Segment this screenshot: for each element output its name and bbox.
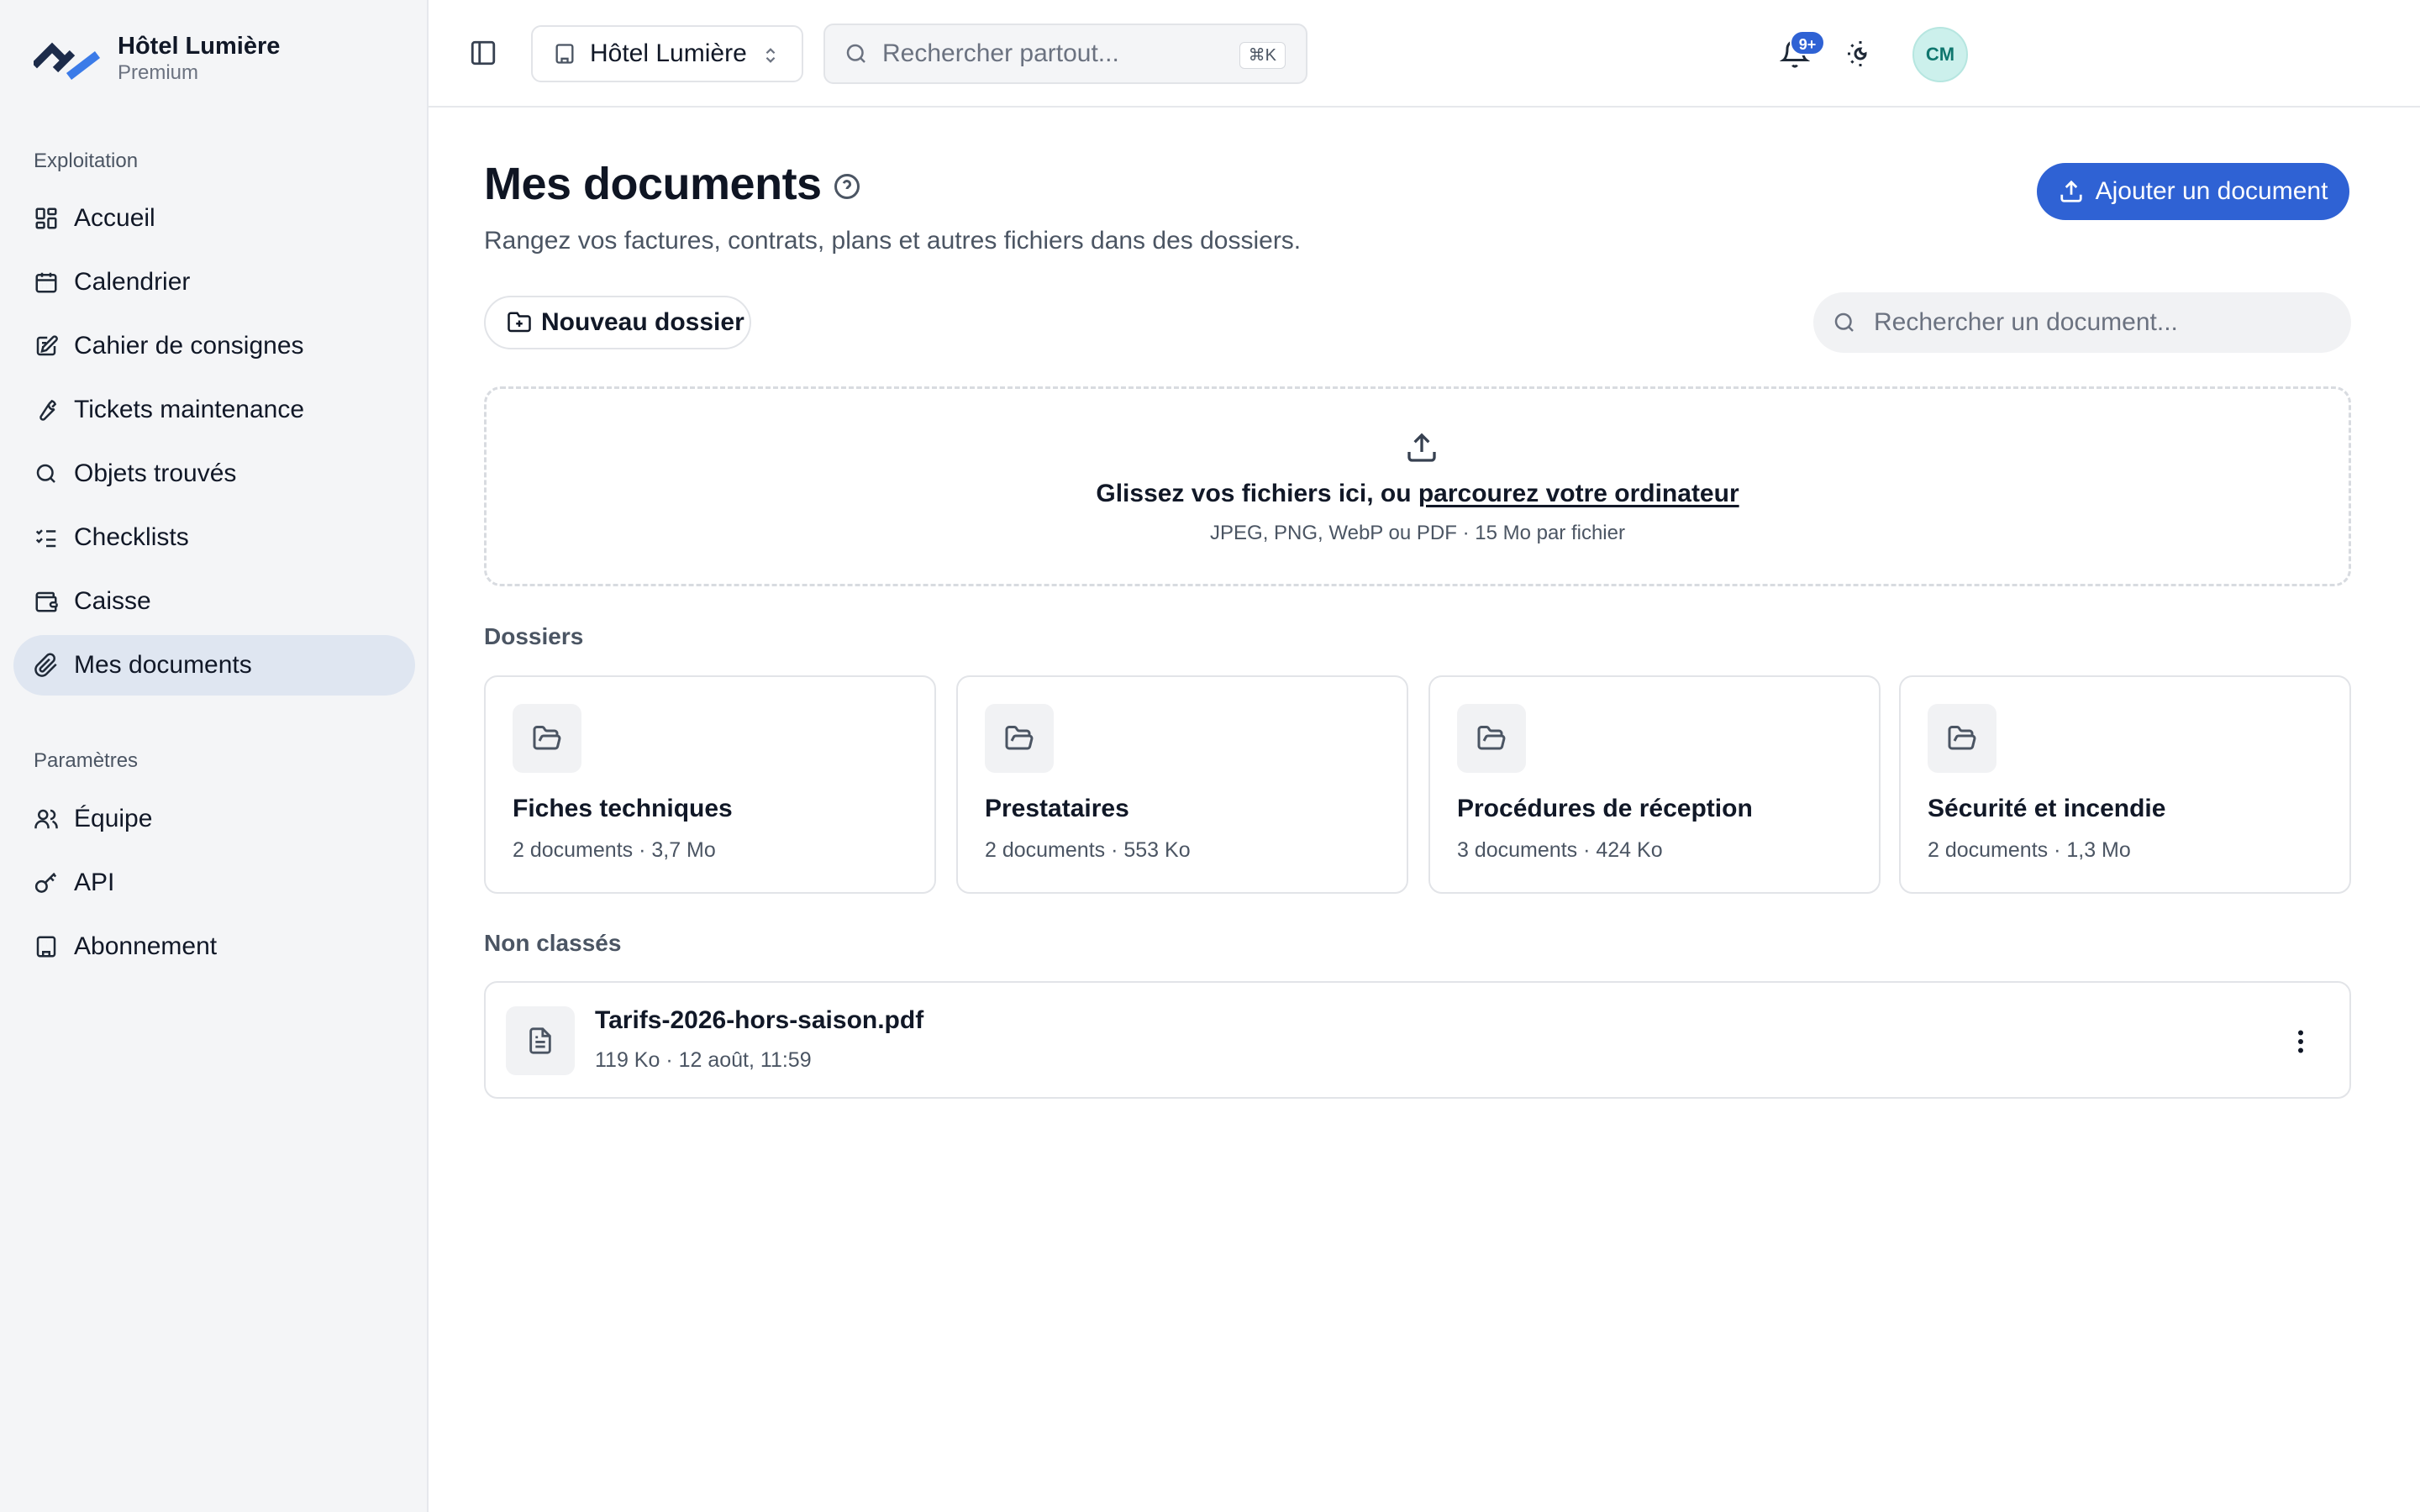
building-icon [555, 44, 574, 64]
document-search[interactable] [1813, 292, 2351, 353]
folder-open-icon [1005, 726, 1034, 750]
sidebar-item-label: Objets trouvés [74, 459, 237, 487]
paperclip-icon [34, 653, 57, 677]
help-icon[interactable] [832, 171, 862, 202]
document-search-input[interactable] [1874, 308, 2328, 337]
sidebar-item-label: Abonnement [74, 932, 218, 960]
browse-files-link[interactable]: parcourez votre ordinateur [1418, 480, 1739, 507]
search-icon [36, 464, 55, 483]
sidebar-item-label: API [74, 869, 115, 896]
folder-card[interactable]: Prestataires 2 documents · 553 Ko [956, 675, 1408, 894]
sidebar-item-accueil[interactable]: Accueil [13, 188, 415, 249]
hotel-selector-label: Hôtel Lumière [590, 39, 747, 67]
dropzone-instruction: Glissez vos fichiers ici, ou [1096, 480, 1418, 507]
global-search[interactable]: ⌘K [823, 24, 1307, 84]
page-title: Mes documents [484, 159, 822, 209]
folder-card[interactable]: Procédures de réception 3 documents · 42… [1428, 675, 1881, 894]
sidebar-item-objets-trouves[interactable]: Objets trouvés [13, 444, 415, 504]
file-text-icon [529, 1027, 551, 1054]
unsorted-section-label: Non classés [484, 930, 622, 956]
folder-card[interactable]: Sécurité et incendie 2 documents · 1,3 M… [1899, 675, 2351, 894]
notebook-icon [36, 335, 58, 356]
wallet-icon [35, 591, 58, 612]
sidebar-item-equipe[interactable]: Équipe [13, 789, 415, 849]
folder-meta: 2 documents · 553 Ko [985, 838, 1191, 862]
new-folder-button[interactable]: Nouveau dossier [484, 296, 751, 349]
sidebar-item-abonnement[interactable]: Abonnement [13, 916, 415, 977]
hotel-selector[interactable]: Hôtel Lumière [531, 25, 803, 82]
file-dropzone[interactable]: Glissez vos fichiers ici, ou parcourez v… [484, 386, 2351, 586]
folder-meta: 2 documents · 3,7 Mo [513, 838, 716, 862]
search-icon [1834, 312, 1854, 332]
calendar-icon [35, 272, 57, 293]
page-subtitle: Rangez vos factures, contrats, plans et … [484, 227, 1302, 255]
brand-name: Hôtel Lumière [118, 33, 281, 60]
wrench-icon [39, 399, 57, 421]
topbar: Hôtel Lumière ⌘K [429, 0, 2420, 108]
upload-icon [2060, 180, 2082, 202]
sidebar-item-label: Accueil [74, 204, 155, 232]
dropzone-text: Glissez vos fichiers ici, ou parcourez v… [487, 480, 2349, 508]
sidebar-item-label: Caisse [74, 587, 151, 615]
key-icon [34, 872, 57, 893]
sidebar-item-label: Cahier de consignes [74, 332, 304, 360]
sidebar-item-checklists[interactable]: Checklists [13, 507, 415, 568]
folder-meta: 2 documents · 1,3 Mo [1928, 838, 2131, 862]
sidebar-item-label: Calendrier [74, 268, 191, 296]
checklist-icon [35, 529, 56, 548]
file-icon-wrap [506, 1006, 575, 1075]
nav-section-parametres: Paramètres [34, 749, 139, 772]
file-row[interactable]: Tarifs-2026-hors-saison.pdf 119 Ko · 12 … [484, 981, 2351, 1099]
global-search-input[interactable] [882, 39, 1235, 68]
folder-icon-wrap [513, 704, 581, 773]
folder-icon-wrap [1457, 704, 1526, 773]
sidebar-item-label: Checklists [74, 523, 189, 551]
add-document-button[interactable]: Ajouter un document [2037, 163, 2349, 220]
upload-icon [1407, 433, 1436, 462]
folder-icon-wrap [1928, 704, 1996, 773]
sidebar-toggle-icon[interactable] [469, 39, 497, 67]
notification-badge: 9+ [1790, 30, 1825, 55]
users-icon [34, 809, 58, 829]
theme-toggle-icon[interactable] [1845, 39, 1876, 69]
folder-open-icon [1477, 726, 1506, 750]
add-document-label: Ajouter un document [2095, 177, 2328, 205]
nav-section-exploitation: Exploitation [34, 150, 139, 172]
sidebar-item-caisse[interactable]: Caisse [13, 571, 415, 632]
folder-name: Fiches techniques [513, 795, 733, 822]
sidebar: Hôtel Lumière Premium Exploitation Accue… [0, 0, 429, 1512]
user-avatar[interactable]: CM [1912, 27, 1968, 82]
file-meta: 119 Ko · 12 août, 11:59 [595, 1048, 812, 1072]
sidebar-item-mes-documents[interactable]: Mes documents [13, 635, 415, 696]
folder-name: Sécurité et incendie [1928, 795, 2166, 822]
folders-section-label: Dossiers [484, 623, 584, 649]
sidebar-item-label: Tickets maintenance [74, 396, 305, 423]
sidebar-item-api[interactable]: API [13, 853, 415, 913]
folder-icon-wrap [985, 704, 1054, 773]
folder-meta: 3 documents · 424 Ko [1457, 838, 1663, 862]
dashboard-icon [35, 207, 57, 229]
chevron-up-down-icon [765, 48, 776, 63]
folder-plus-icon [508, 312, 531, 333]
sidebar-item-tickets-maintenance[interactable]: Tickets maintenance [13, 380, 415, 440]
file-name: Tarifs-2026-hors-saison.pdf [595, 1006, 924, 1034]
brand-logo-icon [34, 42, 101, 80]
sidebar-item-label: Mes documents [74, 651, 252, 679]
building-icon [36, 936, 56, 958]
folder-card[interactable]: Fiches techniques 2 documents · 3,7 Mo [484, 675, 936, 894]
sidebar-item-calendrier[interactable]: Calendrier [13, 252, 415, 312]
search-shortcut-hint: ⌘K [1239, 42, 1286, 69]
brand-plan: Premium [118, 61, 199, 84]
brand[interactable]: Hôtel Lumière Premium [34, 32, 280, 86]
sidebar-item-cahier-de-consignes[interactable]: Cahier de consignes [13, 316, 415, 376]
dropzone-hint: JPEG, PNG, WebP ou PDF · 15 Mo par fichi… [1210, 522, 1625, 544]
folder-open-icon [533, 726, 561, 750]
folder-open-icon [1948, 726, 1976, 750]
folder-name: Procédures de réception [1457, 795, 1753, 822]
sidebar-item-label: Équipe [74, 805, 153, 832]
folder-name: Prestataires [985, 795, 1129, 822]
search-icon [846, 44, 865, 63]
more-vertical-icon[interactable] [2286, 1026, 2316, 1057]
new-folder-label: Nouveau dossier [541, 308, 744, 336]
